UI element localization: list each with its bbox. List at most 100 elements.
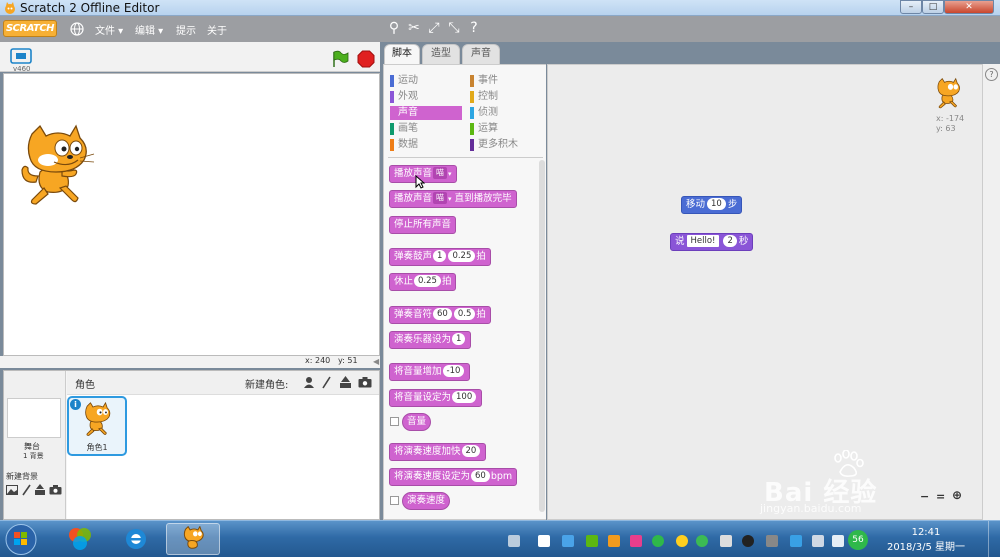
stage-thumbnail[interactable] (7, 398, 61, 438)
stop-sign-icon[interactable] (357, 50, 375, 68)
network-tray-icon[interactable] (832, 535, 844, 547)
script-block-say[interactable]: 说 Hello! 2 秒 (670, 233, 754, 251)
volume-change-input[interactable]: -10 (442, 365, 465, 377)
block-rest[interactable]: 休止 0.25 拍 (389, 273, 457, 291)
tray-badge[interactable]: 56 (848, 530, 868, 550)
script-block-move[interactable]: 移动 10 步 (681, 196, 743, 214)
paint-backdrop-icon[interactable] (21, 484, 31, 496)
block-change-tempo[interactable]: 将演奏速度加快 20 (389, 443, 487, 461)
block-set-tempo[interactable]: 将演奏速度设定为 60 bpm (389, 468, 518, 486)
beats-input[interactable]: 0.5 (453, 308, 476, 320)
category-sound[interactable]: 声音 (390, 106, 462, 120)
tempo-checkbox[interactable] (390, 496, 399, 505)
scratch-cat-sprite[interactable] (18, 124, 98, 210)
volume-input[interactable]: 100 (452, 391, 477, 403)
drum-dropdown[interactable]: 1 (433, 250, 447, 262)
upload-sprite-icon[interactable] (339, 376, 352, 389)
say-text-input[interactable]: Hello! (686, 235, 720, 247)
qq-tray-icon[interactable] (742, 535, 754, 547)
collapse-arrow-icon[interactable]: ◀ (373, 357, 379, 366)
tempo-input[interactable]: 60 (471, 470, 490, 482)
reporter-volume[interactable]: 音量 (402, 413, 432, 431)
menu-edit[interactable]: 编辑 ▾ (135, 22, 163, 37)
block-play-sound-until-done[interactable]: 播放声音喵 ▾ 直到播放完毕 (389, 190, 517, 208)
color-tray-icon[interactable] (630, 535, 642, 547)
category-looks[interactable]: 外观 (390, 90, 462, 104)
volume-checkbox[interactable] (390, 417, 399, 426)
add-tray-icon[interactable] (676, 535, 688, 547)
antivirus-tray-icon[interactable] (790, 535, 802, 547)
seconds-input[interactable]: 2 (723, 235, 737, 247)
block-set-volume[interactable]: 将音量设定为 100 (389, 389, 483, 407)
paint-sprite-icon[interactable] (321, 376, 331, 389)
taskbar-ie[interactable] (110, 523, 164, 555)
taskbar-scratch[interactable] (166, 523, 220, 555)
scratch-logo[interactable]: SCRATCH (3, 20, 57, 37)
category-events[interactable]: 事件 (470, 74, 542, 88)
start-button-icon[interactable] (4, 523, 38, 556)
beats-input[interactable]: 0.25 (448, 250, 476, 262)
sound-dropdown[interactable]: 喵 (433, 167, 448, 179)
close-button[interactable]: ✕ (944, 0, 994, 14)
menu-file[interactable]: 文件 ▾ (95, 22, 123, 37)
beats-input[interactable]: 0.25 (414, 275, 441, 287)
block-stop-all-sounds[interactable]: 停止所有声音 (389, 216, 457, 234)
delete-icon[interactable]: ✂ (406, 20, 422, 36)
reporter-tempo[interactable]: 演奏速度 (402, 492, 451, 510)
menu-about[interactable]: 关于 (207, 22, 227, 37)
category-sensing[interactable]: 侦测 (470, 106, 542, 120)
security-tray-icon[interactable] (586, 535, 598, 547)
upload-backdrop-icon[interactable] (34, 484, 46, 496)
green-ring-tray-icon[interactable] (652, 535, 664, 547)
system-clock[interactable]: 12:41 2018/3/5 星期一 (886, 525, 966, 555)
grow-icon[interactable]: ⤢ (426, 20, 442, 36)
camera-backdrop-icon[interactable] (49, 485, 62, 495)
steps-input[interactable]: 10 (707, 198, 726, 210)
note-tray-icon[interactable] (562, 535, 574, 547)
duplicate-icon[interactable]: ⚲ (386, 20, 402, 36)
headset-tray-icon[interactable] (766, 535, 778, 547)
globe-icon[interactable] (70, 22, 84, 36)
block-play-note[interactable]: 弹奏音符 60 0.5 拍 (389, 306, 491, 324)
stage-canvas[interactable] (3, 73, 380, 356)
category-pen[interactable]: 画笔 (390, 122, 462, 136)
sprite-library-icon[interactable] (303, 376, 315, 389)
block-play-drum[interactable]: 弹奏鼓声 1 0.25 拍 (389, 248, 491, 266)
backdrop-library-icon[interactable] (6, 485, 18, 495)
instrument-dropdown[interactable]: 1 (452, 333, 466, 345)
tab-costumes[interactable]: 造型 (422, 44, 460, 64)
sprite-thumbnail-selected[interactable]: i 角色1 (67, 396, 127, 456)
tab-sounds[interactable]: 声音 (462, 44, 500, 64)
show-desktop-button[interactable] (988, 521, 1000, 557)
shield-tray-icon[interactable] (538, 535, 550, 547)
block-change-volume[interactable]: 将音量增加 -10 (389, 363, 471, 381)
sprite-pane: 舞台 1 背景 新建背景 角色 新建角色: i 角色1 (3, 370, 380, 520)
maximize-button[interactable]: □ (922, 0, 944, 14)
category-more-blocks[interactable]: 更多积木 (470, 138, 542, 152)
info-icon[interactable]: i (70, 399, 81, 410)
category-operators[interactable]: 运算 (470, 122, 542, 136)
block-set-instrument[interactable]: 演奏乐器设为 1 (389, 331, 472, 349)
help-circle-icon[interactable]: ? (985, 68, 998, 81)
category-motion[interactable]: 运动 (390, 74, 462, 88)
green-flag-icon[interactable] (331, 50, 349, 68)
chat-tray-icon[interactable] (696, 535, 708, 547)
sound-dropdown[interactable]: 喵 (433, 192, 448, 204)
speaker-tray-icon[interactable] (812, 535, 824, 547)
orange-tray-icon[interactable] (608, 535, 620, 547)
fullscreen-icon[interactable] (10, 48, 32, 64)
tempo-change-input[interactable]: 20 (461, 445, 481, 457)
camera-sprite-icon[interactable] (358, 377, 372, 388)
shrink-icon[interactable]: ⤡ (446, 20, 462, 36)
category-data[interactable]: 数据 (390, 138, 462, 152)
menu-tips[interactable]: 提示 (176, 22, 196, 37)
category-control[interactable]: 控制 (470, 90, 542, 104)
note-dropdown[interactable]: 60 (433, 308, 452, 320)
help-icon[interactable]: ? (466, 20, 482, 36)
printer-tray-icon[interactable] (720, 535, 732, 547)
palette-scrollbar[interactable] (539, 160, 545, 512)
minimize-button[interactable]: – (900, 0, 922, 14)
tab-scripts[interactable]: 脚本 (384, 44, 420, 66)
taskbar-app-1[interactable] (54, 523, 108, 555)
keyboard-tray-icon[interactable] (508, 535, 520, 547)
